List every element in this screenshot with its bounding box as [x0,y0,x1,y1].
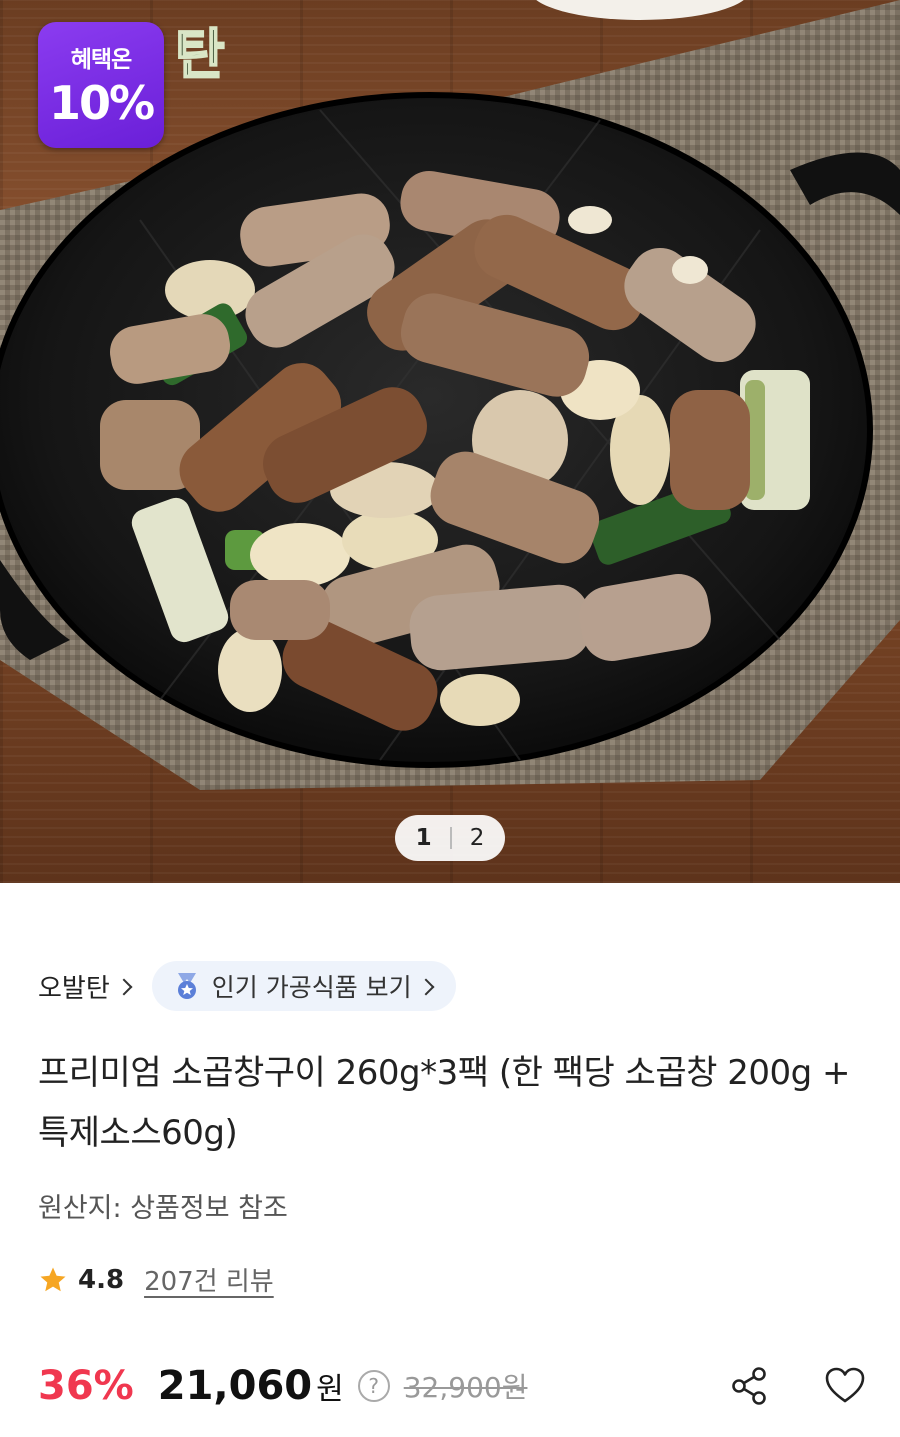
sale-price: 21,060 [157,1363,313,1409]
brand-mark: 탄 [174,22,226,87]
heart-icon[interactable] [822,1363,868,1409]
chevron-right-icon [417,978,435,996]
badge-percent: 10% [48,76,155,130]
product-info: 오발탄 인기 가공식품 보기 프리미엄 소곱창구이 260g*3팩 (한 팩당 … [0,883,900,1437]
currency-unit: 원 [316,1372,344,1407]
brand-link[interactable]: 오발탄 [38,968,133,1005]
original-price: 32,900원 [403,1371,528,1404]
product-image[interactable]: 탄 혜택온 10% 1 2 [0,0,900,883]
price-help-icon[interactable]: ? [357,1370,390,1402]
rating-value: 4.8 [78,1264,125,1295]
brand-link-label: 오발탄 [38,973,110,1004]
benefit-badge: 혜택온 10% [38,22,164,148]
popular-category-pill[interactable]: 인기 가공식품 보기 [151,961,456,1011]
image-pager[interactable]: 1 2 [395,815,505,861]
product-origin: 원산지: 상품정보 참조 [38,1193,288,1224]
pager-current: 1 [415,825,432,851]
star-icon [40,1267,66,1291]
medal-icon [177,973,196,999]
product-actions [676,1363,868,1409]
price-row: 36% 21,060 원 ? 32,900원 [38,1351,868,1421]
discount-rate: 36% [38,1363,134,1409]
rating-row: 4.8 207건 리뷰 [38,1261,274,1298]
pager-total: 2 [469,825,485,851]
chevron-right-icon [115,978,133,996]
review-count-link[interactable]: 207건 리뷰 [144,1261,274,1298]
share-icon[interactable] [726,1363,772,1409]
category-pill-label: 인기 가공식품 보기 [211,973,412,1002]
badge-label: 혜택온 [70,47,132,73]
breadcrumb: 오발탄 인기 가공식품 보기 [38,961,456,1011]
pager-divider [449,827,452,849]
product-title: 프리미엄 소곱창구이 260g*3팩 (한 팩당 소곱창 200g + 특제소스… [38,1053,850,1153]
